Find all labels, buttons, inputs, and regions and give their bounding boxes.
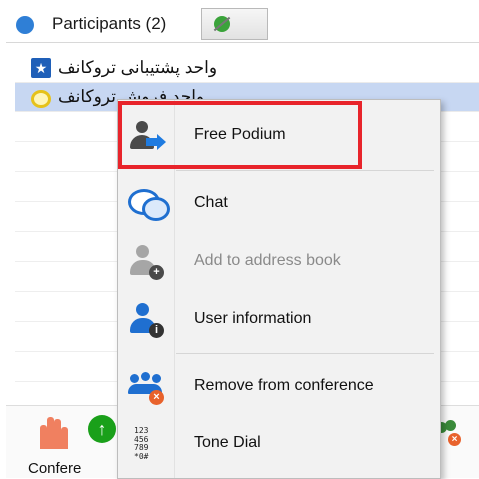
highlight-annotation	[118, 101, 362, 169]
remove-group-icon: ×	[128, 370, 164, 405]
participant-name: واحد پشتیبانی تروکانف	[58, 58, 218, 77]
chat-bubbles-icon	[128, 187, 170, 221]
menu-item-add-to-address-book[interactable]: + Add to address book	[118, 237, 440, 287]
menu-item-label: Add to address book	[194, 252, 341, 269]
status-dot-icon	[16, 16, 34, 34]
user-info-icon: i	[128, 303, 164, 338]
participants-title: Participants (2)	[52, 14, 167, 33]
star-icon: ★	[31, 58, 51, 78]
token-icon	[31, 90, 51, 108]
mute-all-button[interactable]	[201, 8, 268, 40]
menu-item-label: Chat	[194, 194, 228, 211]
mute-microphone-icon	[214, 16, 230, 32]
menu-item-label: Tone Dial	[194, 434, 261, 451]
conference-tab-label[interactable]: Confere	[28, 460, 81, 477]
menu-item-label: User information	[194, 310, 312, 327]
upload-arrow-icon[interactable]: ↑	[88, 415, 116, 443]
participant-row[interactable]: ★ واحد پشتیبانی تروکانف	[15, 54, 479, 83]
add-contact-icon: +	[128, 245, 164, 280]
menu-item-label: Remove from conference	[194, 377, 374, 394]
keypad-icon: 123 456 789 *0#	[134, 426, 149, 461]
menu-item-tone-dial[interactable]: 123 456 789 *0# Tone Dial	[118, 419, 440, 469]
menu-item-remove-from-conference[interactable]: × Remove from conference	[118, 362, 440, 412]
menu-separator	[176, 353, 434, 354]
menu-separator	[176, 170, 434, 171]
raise-hand-icon[interactable]	[38, 409, 68, 449]
menu-item-chat[interactable]: Chat	[118, 179, 440, 229]
participants-header: Participants (2)	[6, 0, 479, 43]
menu-item-user-information[interactable]: i User information	[118, 295, 440, 345]
